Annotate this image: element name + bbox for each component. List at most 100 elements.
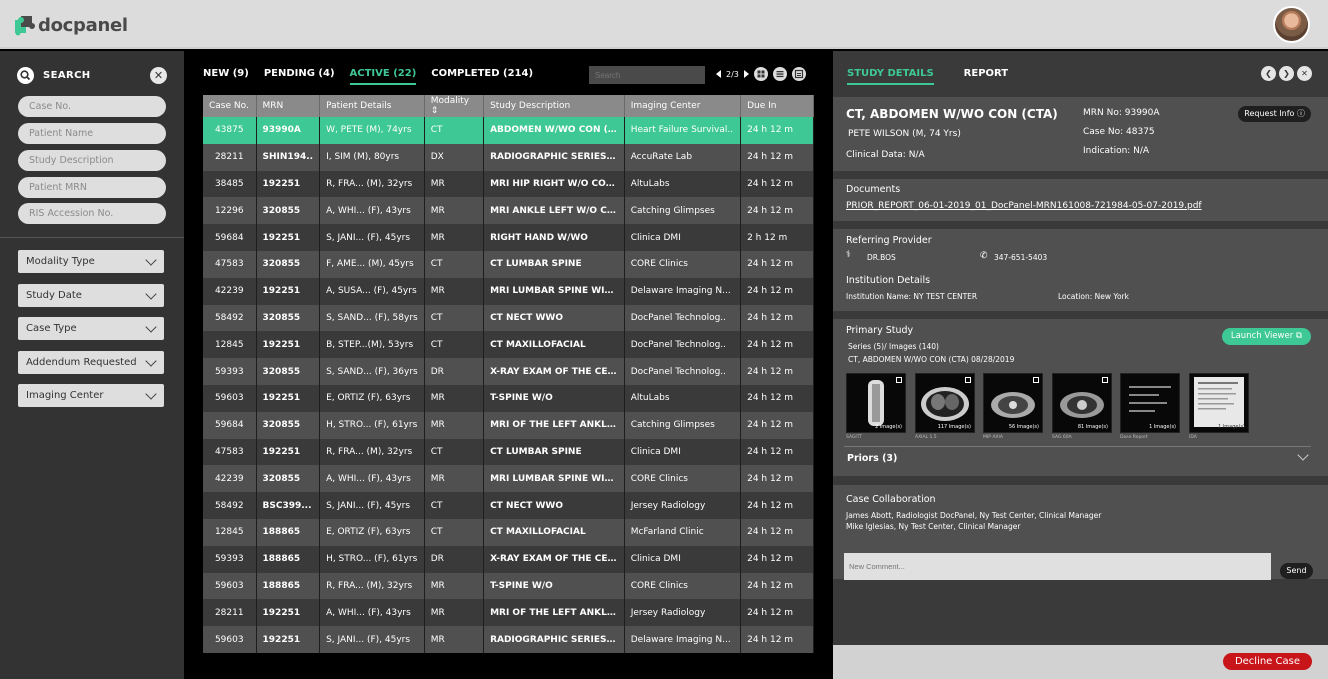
referring-title: Referring Provider	[846, 235, 932, 246]
tab-active[interactable]: ACTIVE (22)	[350, 68, 417, 85]
cell-case-no: 59393	[203, 358, 257, 385]
cell-modality: MR	[424, 626, 485, 653]
cell-due-in: 24 h 12 m	[740, 545, 814, 573]
collab-member: James Abott, Radiologist DocPanel, Ny Te…	[846, 511, 1102, 520]
next-page-icon[interactable]	[743, 70, 749, 78]
col-modality[interactable]: Modality ⇕	[424, 95, 485, 117]
col-study-description[interactable]: Study Description	[483, 95, 625, 117]
table-row[interactable]: 59603 192251 E, ORTIZ (F), 63yrs MR T-SPINE …	[203, 384, 814, 412]
send-button[interactable]: Send	[1280, 563, 1313, 579]
chevron-down-icon[interactable]	[1297, 449, 1309, 461]
tab-pending[interactable]: PENDING (4)	[264, 68, 335, 85]
table-row[interactable]: 59393 188865 H, STRO... (F), 61yrs DR X-RAY …	[203, 545, 814, 573]
col-mrn[interactable]: MRN	[256, 95, 321, 117]
table-row[interactable]: 47583 192251 R, FRA... (M), 32yrs CT CT LUMB…	[203, 438, 814, 466]
table-row[interactable]: 12296 320855 A, WHI... (F), 43yrs MR MRI ANK…	[203, 197, 814, 225]
cell-due-in: 24 h 12 m	[740, 358, 814, 385]
tab-study-details[interactable]: STUDY DETAILS	[847, 68, 934, 85]
mrn-number: MRN No: 93990A	[1083, 108, 1160, 118]
study-date-dropdown[interactable]: Study Date	[18, 284, 164, 307]
case-no-input[interactable]	[18, 96, 166, 117]
series-thumbnail[interactable]: 1 Image(s)	[1189, 373, 1249, 433]
detail-view-icon[interactable]	[791, 67, 806, 81]
document-link[interactable]: PRIOR_REPORT_06-01-2019_01_DocPanel-MRN1…	[846, 201, 1202, 211]
thumbnail-caption: SAG 60A	[1052, 435, 1072, 440]
docpanel-logo[interactable]: docpanel	[12, 13, 128, 37]
new-comment-input[interactable]	[844, 553, 1271, 580]
cell-mrn: 192251	[256, 224, 321, 251]
addendum-requested-dropdown[interactable]: Addendum Requested	[18, 351, 164, 374]
table-row[interactable]: 42239 320855 A, WHI... (F), 43yrs MR MRI LUM…	[203, 465, 814, 493]
user-avatar[interactable]	[1273, 6, 1310, 43]
documents-title: Documents	[846, 184, 901, 195]
cell-mrn: SHIN194..	[256, 143, 321, 171]
primary-study-section: Primary Study Series (5)/ Images (140) C…	[833, 319, 1328, 476]
cell-modality: CT	[424, 250, 485, 278]
cell-due-in: 24 h 12 m	[740, 250, 814, 278]
documents-section: Documents PRIOR_REPORT_06-01-2019_01_Doc…	[833, 179, 1328, 221]
details-footer: Decline Case	[833, 645, 1328, 679]
series-thumbnail[interactable]: 81 Image(s)	[1052, 373, 1112, 433]
tab-new[interactable]: NEW (9)	[203, 68, 249, 85]
table-row[interactable]: 59684 320855 H, STRO... (F), 61yrs MR MRI OF…	[203, 411, 814, 439]
col-patient-details[interactable]: Patient Details	[319, 95, 425, 117]
next-case-icon[interactable]: ❯	[1279, 66, 1294, 81]
tab-report[interactable]: REPORT	[964, 68, 1008, 85]
table-row[interactable]: 59603 192251 S, JANI... (F), 45yrs MR RADIOG…	[203, 626, 814, 653]
cell-study-description: RIGHT HAND W/WO	[483, 224, 625, 251]
table-row[interactable]: 58492 BSC399... S, JANI... (F), 45yrs CT CT …	[203, 492, 814, 519]
imaging-center-dropdown[interactable]: Imaging Center	[18, 384, 164, 407]
phone-icon: ✆	[980, 251, 988, 261]
worklist-search-input[interactable]	[589, 66, 705, 84]
col-imaging-center[interactable]: Imaging Center	[624, 95, 742, 117]
primary-study-title: Primary Study	[846, 325, 914, 336]
series-thumbnail[interactable]: 1 Image(s)	[1120, 373, 1180, 433]
table-row[interactable]: 43875 93990A W, PETE (M), 74yrs CT ABDOMEN W…	[203, 117, 814, 144]
cell-patient-details: S, JANI... (F), 45yrs	[319, 492, 425, 519]
patient-mrn-input[interactable]	[18, 177, 166, 198]
table-row[interactable]: 59603 188865 R, FRA... (M), 32yrs MR T-SPINE…	[203, 572, 814, 600]
patient-name-input[interactable]	[18, 123, 166, 144]
col-due-in[interactable]: Due In	[740, 95, 814, 117]
cell-study-description: RADIOGRAPHIC SERIES CE...	[483, 143, 625, 171]
cell-case-no: 58492	[203, 492, 257, 519]
worklist-panel: NEW (9) PENDING (4) ACTIVE (22) COMPLETE…	[184, 51, 832, 679]
clear-search-icon[interactable]: ✕	[150, 67, 167, 84]
study-description-input[interactable]	[18, 150, 166, 171]
cell-mrn: BSC399...	[256, 492, 321, 519]
table-row[interactable]: 42239 192251 A, SUSA... (F), 45yrs MR MRI LU…	[203, 277, 814, 305]
priors-toggle[interactable]: Priors (3)	[847, 453, 897, 464]
series-thumbnail[interactable]: 56 Image(s)	[983, 373, 1043, 433]
col-case-no[interactable]: Case No.	[203, 95, 257, 117]
thumbnail-caption: MIP AXIA	[983, 435, 1003, 440]
cell-due-in: 24 h 12 m	[740, 492, 814, 519]
ris-accession-input[interactable]	[18, 203, 166, 224]
prev-page-icon[interactable]	[716, 70, 721, 78]
series-thumbnail[interactable]: 117 Image(s)	[915, 373, 975, 433]
grid-view-icon[interactable]	[753, 67, 768, 81]
request-info-button[interactable]: Request Info ⓘ	[1238, 106, 1311, 122]
close-icon[interactable]: ✕	[1297, 66, 1312, 81]
table-row[interactable]: 58492 320855 S, SAND... (F), 58yrs CT CT NEC…	[203, 304, 814, 332]
cell-imaging-center: AltuLabs	[624, 384, 742, 412]
decline-case-button[interactable]: Decline Case	[1222, 653, 1312, 670]
series-thumbnail[interactable]: 2 Image(s)	[846, 373, 906, 433]
list-view-icon[interactable]	[772, 67, 787, 81]
cell-modality: MR	[424, 599, 485, 627]
table-row[interactable]: 59684 192251 S, JANI... (F), 45yrs MR RIGHT …	[203, 224, 814, 251]
cell-imaging-center: CORE Clinics	[624, 572, 742, 600]
table-row[interactable]: 12845 192251 B, STEP...(M), 53yrs CT CT MAXI…	[203, 331, 814, 359]
table-row[interactable]: 28211 SHIN194.. I, SIM (M), 80yrs DX RADIOGR…	[203, 143, 814, 171]
table-row[interactable]: 38485 192251 R, FRA... (M), 32yrs MR MRI HIP…	[203, 170, 814, 198]
table-row[interactable]: 47583 320855 F, AME... (M), 45yrs CT CT LUMB…	[203, 250, 814, 278]
launch-viewer-button[interactable]: Launch Viewer ⧉	[1221, 328, 1311, 345]
case-type-dropdown[interactable]: Case Type	[18, 317, 164, 340]
previous-case-icon[interactable]: ❮	[1261, 66, 1276, 81]
tab-completed[interactable]: COMPLETED (214)	[431, 68, 533, 85]
cell-case-no: 47583	[203, 438, 257, 466]
expand-icon	[1033, 377, 1039, 383]
table-row[interactable]: 28211 192251 A, WHI... (F), 43yrs MR MRI OF …	[203, 599, 814, 627]
table-row[interactable]: 12845 188865 E, ORTIZ (F), 63yrs CT CT MAXIL…	[203, 518, 814, 546]
table-row[interactable]: 59393 320855 S, SAND... (F), 36yrs DR X-RAY …	[203, 358, 814, 385]
modality-type-dropdown[interactable]: Modality Type	[18, 250, 164, 273]
